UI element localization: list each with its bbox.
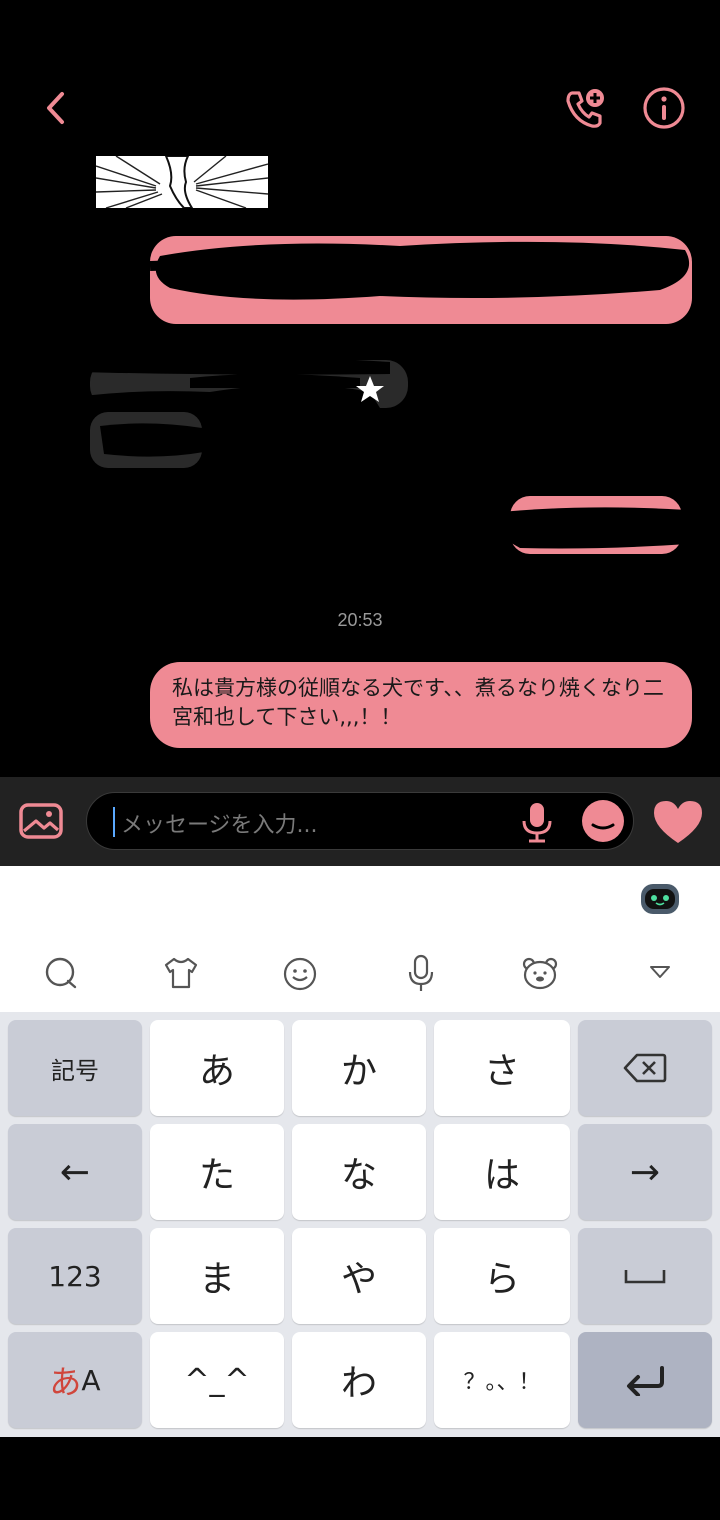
key-input-mode[interactable]: あA xyxy=(8,1332,142,1428)
key-label: ら xyxy=(483,1259,520,1300)
key-label: な xyxy=(340,1155,377,1196)
key-ra[interactable]: ら xyxy=(434,1228,570,1324)
key-label: わ xyxy=(340,1363,377,1404)
emoji-button[interactable] xyxy=(581,799,625,843)
kana-mode-label: あ xyxy=(49,1363,82,1401)
key-cursor-right[interactable]: → xyxy=(578,1124,712,1220)
redaction-scribble xyxy=(100,423,204,457)
phone-add-icon xyxy=(566,89,604,128)
assistant-bot-button[interactable] xyxy=(638,880,682,918)
keyboard-toolbar xyxy=(0,866,720,1012)
key-label: ^_^ xyxy=(184,1362,250,1398)
key-na[interactable]: な xyxy=(292,1124,426,1220)
toolbar-voice-button[interactable] xyxy=(406,954,436,994)
key-label: さ xyxy=(483,1051,520,1092)
message-input-bar: メッセージを入力... xyxy=(0,777,720,866)
key-label: か xyxy=(340,1051,377,1092)
enter-icon xyxy=(627,1366,664,1396)
redaction-scribble xyxy=(500,507,688,549)
like-button[interactable] xyxy=(652,799,706,845)
chat-bubble-icon xyxy=(45,957,77,989)
bear-icon xyxy=(522,957,558,990)
sent-message-text: 私は貴方様の従順なる犬です、、煮るなり焼くなり二宮和也して下さい,,,！！ xyxy=(172,676,664,729)
mic-icon xyxy=(522,803,552,843)
key-numbers[interactable]: 123 xyxy=(8,1228,142,1324)
mic-icon xyxy=(408,954,434,991)
toolbar-sticker-button[interactable] xyxy=(520,956,560,990)
chevron-left-icon xyxy=(47,92,64,124)
toolbar-emoji-button[interactable] xyxy=(282,956,318,992)
navigation-bar-area xyxy=(0,1437,720,1520)
voice-input-button[interactable] xyxy=(517,801,557,843)
key-sa[interactable]: さ xyxy=(434,1020,570,1116)
key-label: は xyxy=(483,1155,520,1196)
latin-mode-label: A xyxy=(81,1363,101,1397)
backspace-icon xyxy=(623,1053,667,1083)
key-label: た xyxy=(198,1155,235,1196)
key-backspace[interactable] xyxy=(578,1020,712,1116)
smiley-icon xyxy=(283,957,317,991)
space-icon xyxy=(624,1270,666,1284)
key-enter[interactable] xyxy=(578,1332,712,1428)
sent-message-bubble[interactable]: 私は貴方様の従順なる犬です、、煮るなり焼くなり二宮和也して下さい,,,！！ xyxy=(150,662,692,748)
key-wa[interactable]: わ xyxy=(292,1332,426,1428)
key-ma[interactable]: ま xyxy=(150,1228,284,1324)
shirt-icon xyxy=(164,957,198,989)
message-timestamp: 20:53 xyxy=(337,610,383,630)
key-space[interactable] xyxy=(578,1228,712,1324)
key-punctuation[interactable]: ？。、！ xyxy=(434,1332,570,1428)
toolbar-chat-button[interactable] xyxy=(44,956,78,990)
message-input[interactable]: メッセージを入力... xyxy=(86,792,634,850)
text-caret xyxy=(113,807,115,837)
key-label: や xyxy=(340,1259,377,1300)
redacted-image-message xyxy=(96,156,268,208)
key-emoticon[interactable]: ^_^ xyxy=(150,1332,284,1428)
key-symbols[interactable]: 記号 xyxy=(8,1020,142,1116)
redaction-scribble xyxy=(149,241,690,300)
robot-icon xyxy=(641,884,679,914)
toolbar-collapse-button[interactable] xyxy=(648,964,672,980)
image-button[interactable] xyxy=(18,801,66,841)
info-button[interactable] xyxy=(640,84,688,132)
emoji-icon xyxy=(582,800,624,842)
info-icon xyxy=(643,87,685,129)
key-label: 記号 xyxy=(51,1056,99,1085)
image-icon xyxy=(19,803,63,839)
key-label: ？。、！ xyxy=(463,1370,541,1395)
key-a[interactable]: あ xyxy=(150,1020,284,1116)
key-label: → xyxy=(629,1151,661,1193)
key-ka[interactable]: か xyxy=(292,1020,426,1116)
key-ha[interactable]: は xyxy=(434,1124,570,1220)
key-label: ← xyxy=(59,1151,91,1193)
heart-icon xyxy=(654,801,702,843)
key-label: 123 xyxy=(48,1259,102,1293)
collapse-icon xyxy=(650,966,670,978)
key-ya[interactable]: や xyxy=(292,1228,426,1324)
message-input-placeholder: メッセージを入力... xyxy=(121,813,318,838)
toolbar-theme-button[interactable] xyxy=(162,956,200,990)
key-ta[interactable]: た xyxy=(150,1124,284,1220)
back-button[interactable] xyxy=(36,86,76,130)
key-cursor-left[interactable]: ← xyxy=(8,1124,142,1220)
key-label: ま xyxy=(198,1259,235,1300)
call-add-button[interactable] xyxy=(560,84,610,132)
key-label: あ xyxy=(198,1051,235,1092)
